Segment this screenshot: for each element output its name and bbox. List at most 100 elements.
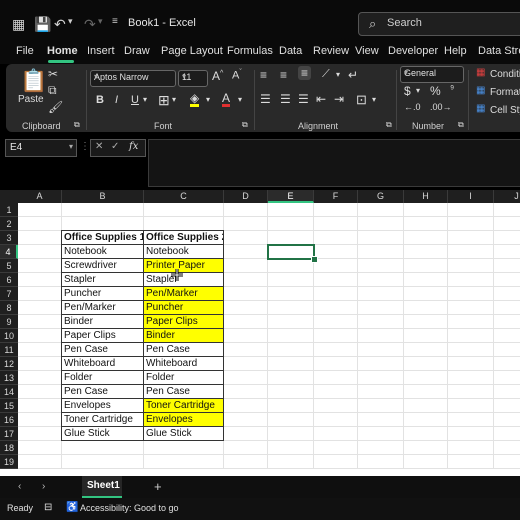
cell-b1[interactable]: [62, 203, 144, 217]
cell-d8[interactable]: [224, 301, 268, 315]
cell-e17[interactable]: [268, 427, 314, 441]
cell-f5[interactable]: [314, 259, 358, 273]
accessibility-status[interactable]: Accessibility: Good to go: [80, 503, 179, 513]
cell-a13[interactable]: [18, 371, 62, 385]
worksheet-grid[interactable]: A B C D E F G H I J 1 2 3 Office Supplies 1 Office Sup…: [0, 190, 520, 476]
column-header-a[interactable]: A: [18, 190, 62, 203]
wrap-text-icon[interactable]: ↵: [348, 68, 358, 82]
tab-page-layout[interactable]: Page Layout: [161, 45, 223, 57]
italic-icon[interactable]: I: [115, 94, 118, 106]
cell-c13[interactable]: Folder: [143, 370, 224, 385]
cancel-icon[interactable]: ✕: [95, 141, 103, 152]
chevron-down-icon[interactable]: ▾: [206, 95, 210, 104]
cell-g1[interactable]: [358, 203, 404, 217]
cell-b3[interactable]: Office Supplies 1: [61, 230, 144, 245]
cell-styles-button[interactable]: Cell Sty: [490, 105, 520, 116]
align-center-icon[interactable]: ☰: [280, 92, 291, 106]
cell-f17[interactable]: [314, 427, 358, 441]
cell-d5[interactable]: [224, 259, 268, 273]
cell-i16[interactable]: [448, 413, 494, 427]
cell-b5[interactable]: Screwdriver: [61, 258, 144, 273]
tab-developer[interactable]: Developer: [388, 45, 438, 57]
cell-j18[interactable]: [494, 441, 520, 455]
cell-e9[interactable]: [268, 315, 314, 329]
column-header-d[interactable]: D: [224, 190, 268, 203]
row-header-14[interactable]: 14: [0, 385, 18, 399]
cell-c18[interactable]: [144, 441, 224, 455]
cell-j4[interactable]: [494, 245, 520, 259]
cell-i1[interactable]: [448, 203, 494, 217]
format-as-table-icon[interactable]: ▦: [476, 85, 485, 96]
macro-recording-icon[interactable]: ⊟: [44, 502, 52, 513]
cell-e11[interactable]: [268, 343, 314, 357]
cell-d2[interactable]: [224, 217, 268, 231]
cell-g18[interactable]: [358, 441, 404, 455]
chevron-down-icon[interactable]: ▾: [172, 95, 176, 104]
align-top-icon[interactable]: ≡: [260, 68, 267, 82]
cell-b11[interactable]: Pen Case: [61, 342, 144, 357]
cell-e10[interactable]: [268, 329, 314, 343]
cell-c1[interactable]: [144, 203, 224, 217]
cell-d1[interactable]: [224, 203, 268, 217]
column-header-h[interactable]: H: [404, 190, 448, 203]
cell-h1[interactable]: [404, 203, 448, 217]
cell-f3[interactable]: [314, 231, 358, 245]
cell-a18[interactable]: [18, 441, 62, 455]
number-format-select[interactable]: General ▾: [400, 66, 464, 83]
cell-f12[interactable]: [314, 357, 358, 371]
row-header-16[interactable]: 16: [0, 413, 18, 427]
cell-i5[interactable]: [448, 259, 494, 273]
cell-c8[interactable]: Puncher: [143, 300, 224, 315]
cell-c5[interactable]: Printer Paper: [143, 258, 224, 273]
increase-font-icon[interactable]: A^: [212, 69, 223, 83]
align-middle-icon[interactable]: ≡: [280, 68, 287, 82]
cell-j15[interactable]: [494, 399, 520, 413]
cell-i18[interactable]: [448, 441, 494, 455]
chevron-down-icon[interactable]: ▾: [372, 95, 376, 104]
row-header-17[interactable]: 17: [0, 427, 18, 441]
cell-d3[interactable]: [224, 231, 268, 245]
fill-handle[interactable]: [311, 256, 318, 263]
search-input[interactable]: ⌕ Search: [358, 12, 520, 36]
cell-c12[interactable]: Whiteboard: [143, 356, 224, 371]
cell-g13[interactable]: [358, 371, 404, 385]
cell-i14[interactable]: [448, 385, 494, 399]
cell-f14[interactable]: [314, 385, 358, 399]
cell-g17[interactable]: [358, 427, 404, 441]
format-as-table-button[interactable]: Format: [490, 87, 520, 98]
chevron-down-icon[interactable]: ▾: [336, 70, 340, 79]
cell-i13[interactable]: [448, 371, 494, 385]
cell-f7[interactable]: [314, 287, 358, 301]
cell-b12[interactable]: Whiteboard: [61, 356, 144, 371]
cell-h9[interactable]: [404, 315, 448, 329]
cell-h18[interactable]: [404, 441, 448, 455]
row-header-6[interactable]: 6: [0, 273, 18, 287]
row-header-1[interactable]: 1: [0, 203, 18, 217]
cell-h19[interactable]: [404, 455, 448, 469]
cell-d16[interactable]: [224, 413, 268, 427]
cell-c4[interactable]: Notebook: [143, 244, 224, 259]
cell-d17[interactable]: [224, 427, 268, 441]
cell-j10[interactable]: [494, 329, 520, 343]
paste-icon[interactable]: 📋: [20, 68, 47, 94]
underline-icon[interactable]: U: [131, 94, 139, 106]
column-header-i[interactable]: I: [448, 190, 494, 203]
align-bottom-icon[interactable]: ≡: [298, 66, 312, 80]
align-left-icon[interactable]: ☰: [260, 92, 271, 106]
font-size-select[interactable]: 11 ▾: [178, 70, 208, 87]
cell-c11[interactable]: Pen Case: [143, 342, 224, 357]
decrease-font-icon[interactable]: Aˇ: [232, 69, 242, 82]
tab-data-streamer[interactable]: Data Strea: [478, 45, 520, 57]
cell-j17[interactable]: [494, 427, 520, 441]
decrease-decimal-icon[interactable]: .00→: [430, 102, 452, 112]
cell-f10[interactable]: [314, 329, 358, 343]
cell-j8[interactable]: [494, 301, 520, 315]
conditional-formatting-button[interactable]: Conditi: [490, 69, 520, 80]
cell-b15[interactable]: Envelopes: [61, 398, 144, 413]
decrease-indent-icon[interactable]: ⇤: [316, 92, 326, 106]
cell-b14[interactable]: Pen Case: [61, 384, 144, 399]
cell-d15[interactable]: [224, 399, 268, 413]
name-box[interactable]: E4 ▾: [5, 139, 77, 157]
font-name-select[interactable]: Aptos Narrow ▾: [90, 70, 176, 87]
cell-a7[interactable]: [18, 287, 62, 301]
